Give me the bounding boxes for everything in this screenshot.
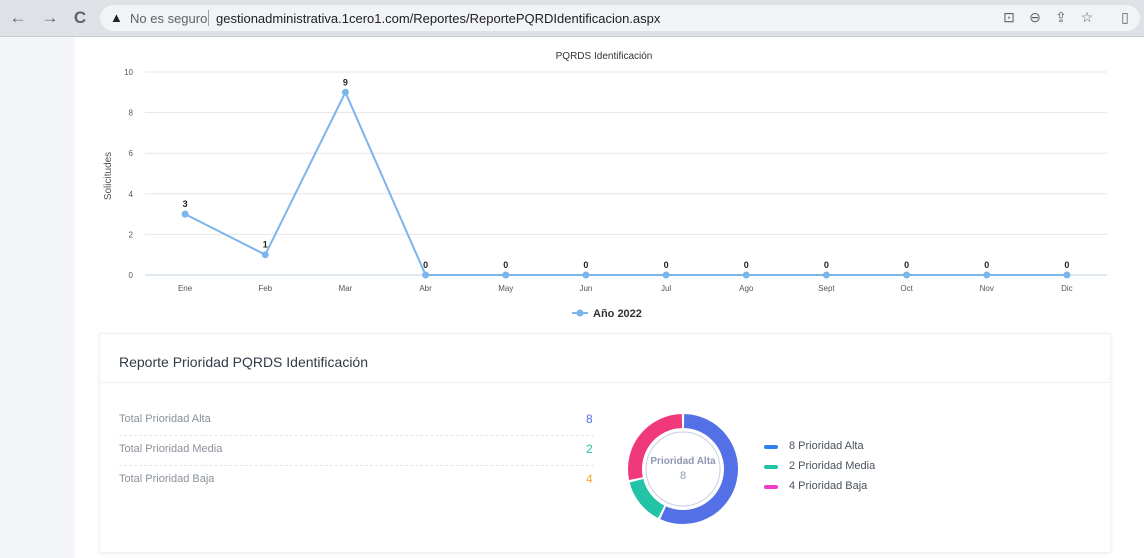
priority-row-baja: Total Prioridad Baja 4 [119, 465, 594, 495]
bookmark-star-icon[interactable]: ☆ [1078, 9, 1096, 26]
y-tick-label: 4 [129, 190, 134, 199]
priority-label: Total Prioridad Alta [119, 413, 211, 425]
donut-slice[interactable] [660, 414, 738, 524]
legend-marker [764, 485, 778, 489]
donut-slice[interactable] [628, 414, 683, 481]
data-point [582, 271, 590, 279]
data-label: 0 [664, 260, 669, 270]
chart-title: PQRDS Identificación [556, 51, 653, 62]
data-point [422, 271, 430, 279]
line-chart: PQRDS Identificación Solicitudes 0246810… [103, 51, 1107, 320]
donut-inner-ring [645, 431, 721, 507]
donut-center-label: Prioridad Alta [650, 456, 716, 467]
share-icon[interactable]: ⇪ [1052, 9, 1070, 26]
sidepanel-icon[interactable]: ▯ [1116, 9, 1134, 26]
y-tick-label: 0 [129, 271, 134, 280]
chart-y-axis-label: Solicitudes [103, 152, 114, 200]
address-bar[interactable]: ▲ No es seguro gestionadministrativa.1ce… [100, 5, 1140, 31]
data-point [341, 88, 349, 96]
x-tick-label: Sept [818, 284, 835, 293]
warning-icon[interactable]: ▲ [110, 10, 123, 25]
x-tick-label: Mar [339, 284, 353, 293]
x-tick-label: Dic [1061, 284, 1073, 293]
legend-marker [764, 465, 778, 469]
y-tick-label: 6 [129, 149, 134, 158]
data-label: 0 [1064, 260, 1069, 270]
legend-label: 2 Prioridad Media [789, 460, 876, 472]
priority-value: 8 [586, 412, 593, 426]
url-separator [208, 10, 209, 26]
y-tick-label: 2 [129, 230, 134, 239]
x-tick-label: May [498, 284, 513, 293]
donut-center-value: 8 [680, 470, 686, 482]
data-label: 0 [583, 260, 588, 270]
y-tick-label: 10 [124, 68, 133, 77]
priority-value: 2 [586, 442, 593, 456]
x-tick-label: Ago [739, 284, 754, 293]
zoom-icon[interactable]: ⊖ [1026, 9, 1044, 26]
priority-value: 4 [586, 472, 593, 486]
data-point [662, 271, 670, 279]
back-icon[interactable]: ← [8, 8, 28, 28]
priority-label: Total Prioridad Media [119, 443, 223, 455]
data-point [181, 210, 189, 218]
url-text[interactable]: gestionadministrativa.1cero1.com/Reporte… [216, 11, 660, 26]
data-label: 0 [744, 260, 749, 270]
data-point [983, 271, 991, 279]
x-tick-label: Jul [661, 284, 671, 293]
x-tick-label: Feb [258, 284, 272, 293]
legend-label: 8 Prioridad Alta [789, 440, 864, 452]
data-label: 9 [343, 77, 348, 87]
card-divider [100, 382, 1110, 383]
legend-label: 4 Prioridad Baja [789, 480, 868, 492]
data-label: 0 [904, 260, 909, 270]
data-point [822, 271, 830, 279]
data-label: 3 [183, 199, 188, 209]
x-tick-label: Nov [980, 284, 994, 293]
x-tick-label: Ene [178, 284, 193, 293]
data-point [502, 271, 510, 279]
priority-row-media: Total Prioridad Media 2 [119, 435, 594, 466]
data-label: 0 [824, 260, 829, 270]
x-tick-label: Jun [579, 284, 592, 293]
x-tick-label: Oct [900, 284, 913, 293]
insecure-label[interactable]: No es seguro [130, 11, 207, 26]
legend-marker [764, 445, 778, 449]
data-label: 0 [984, 260, 989, 270]
data-point [261, 251, 269, 259]
legend-marker [576, 309, 584, 317]
translate-icon[interactable]: ⊡ [1000, 9, 1018, 26]
reload-icon[interactable]: C [70, 8, 90, 28]
priority-label: Total Prioridad Baja [119, 473, 215, 485]
data-label: 0 [503, 260, 508, 270]
forward-icon[interactable]: → [40, 8, 60, 28]
data-point [1063, 271, 1071, 279]
legend-label: Año 2022 [593, 308, 642, 320]
data-point [742, 271, 750, 279]
y-tick-label: 8 [129, 109, 134, 118]
priority-report-card: Reporte Prioridad PQRDS Identificación T… [99, 333, 1111, 553]
page-content: PQRDS Identificación Solicitudes 0 2 4 6 8 10… [0, 37, 1144, 558]
series-line [184, 89, 1067, 276]
priority-donut-chart: Prioridad Alta 8 [628, 414, 738, 524]
browser-toolbar: ← → C ▲ No es seguro gestionadministrati… [0, 0, 1144, 37]
priority-row-alta: Total Prioridad Alta 8 [119, 405, 594, 436]
x-tick-label: Abr [419, 284, 432, 293]
data-point [903, 271, 911, 279]
report-title: Reporte Prioridad PQRDS Identificación [119, 354, 369, 370]
data-label: 0 [423, 260, 428, 270]
data-label: 1 [263, 240, 268, 250]
